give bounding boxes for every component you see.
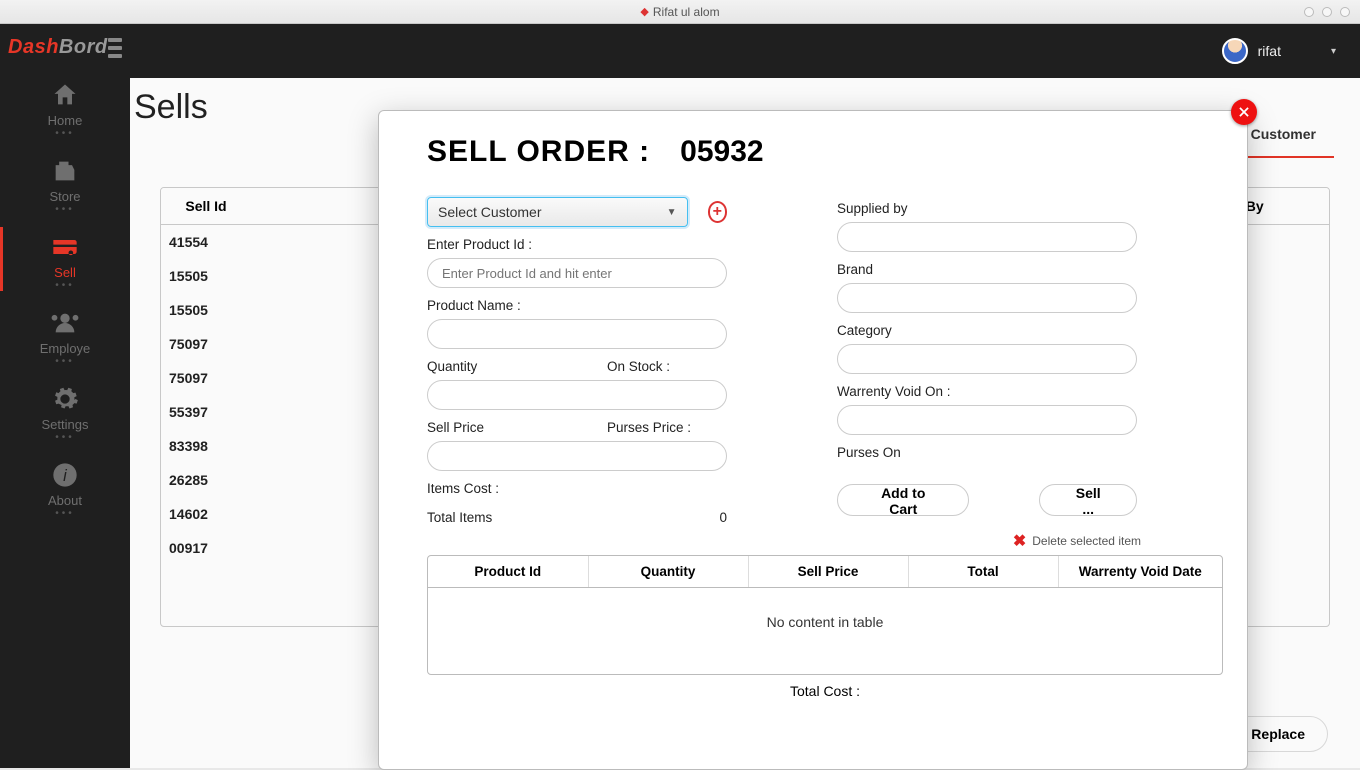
store-icon — [0, 155, 130, 187]
label-warrenty-void-on: Warrenty Void On : — [837, 384, 1137, 399]
warrenty-void-input[interactable] — [837, 405, 1137, 435]
close-icon — [1237, 105, 1251, 119]
label-product-id: Enter Product Id : — [427, 237, 727, 252]
customer-select[interactable]: Select Customer ▼ — [427, 197, 688, 227]
sidebar-item-about[interactable]: i About ••• — [0, 449, 130, 525]
home-icon — [0, 79, 130, 111]
sidebar-item-label: Home — [0, 113, 130, 128]
sidebar-item-home[interactable]: Home ••• — [0, 69, 130, 145]
brand-logo: DashBord — [8, 36, 108, 59]
modal-title: SELL ORDER : — [427, 135, 650, 169]
label-purses-price: Purses Price : — [607, 420, 691, 435]
avatar[interactable] — [1222, 38, 1248, 64]
label-items-cost: Items Cost : — [427, 481, 727, 496]
sell-button[interactable]: Sell ... — [1039, 484, 1137, 516]
brand-input[interactable] — [837, 283, 1137, 313]
hamburger-icon[interactable] — [108, 38, 122, 58]
order-number: 05932 — [680, 135, 763, 169]
sidebar-item-label: Sell — [0, 265, 130, 280]
delete-selected-item[interactable]: ✖ Delete selected item — [427, 531, 1141, 551]
content-area: rifat ▾ Sells Sell Customer Sell Id RMA … — [130, 24, 1360, 768]
app-favicon: ◆ — [640, 5, 648, 18]
label-sell-price: Sell Price — [427, 420, 547, 435]
window-title: Rifat ul alom — [653, 5, 720, 19]
cart-empty-message: No content in table — [428, 588, 1222, 656]
sidebar-item-sell[interactable]: Sell ••• — [0, 221, 130, 297]
sell-price-input[interactable] — [427, 441, 727, 471]
product-name-input[interactable] — [427, 319, 727, 349]
os-titlebar: ◆ Rifat ul alom — [0, 0, 1360, 24]
close-button[interactable] — [1231, 99, 1257, 125]
add-to-cart-button[interactable]: Add to Cart — [837, 484, 969, 516]
minimize-button[interactable] — [1304, 7, 1314, 17]
chevron-down-icon: ▼ — [667, 207, 677, 218]
col-cart-sell-price[interactable]: Sell Price — [748, 556, 908, 588]
delete-icon: ✖ — [1013, 531, 1026, 551]
settings-icon — [0, 383, 130, 415]
col-cart-total[interactable]: Total — [908, 556, 1058, 588]
window-controls[interactable] — [1304, 7, 1350, 17]
sell-icon — [0, 231, 130, 263]
topbar: rifat ▾ — [130, 24, 1360, 78]
chevron-down-icon[interactable]: ▾ — [1331, 46, 1336, 57]
sidebar-item-store[interactable]: Store ••• — [0, 145, 130, 221]
svg-text:i: i — [63, 467, 67, 485]
label-product-name: Product Name : — [427, 298, 727, 313]
sell-order-modal: SELL ORDER : 05932 Select Customer ▼ + — [378, 110, 1248, 770]
label-quantity: Quantity — [427, 359, 547, 374]
label-supplied-by: Supplied by — [837, 201, 1137, 216]
sidebar-item-employe[interactable]: Employe ••• — [0, 297, 130, 373]
label-on-stock: On Stock : — [607, 359, 670, 374]
customer-select-value: Select Customer — [438, 204, 541, 220]
employee-icon — [0, 307, 130, 339]
add-customer-button[interactable]: + — [708, 201, 727, 223]
user-name[interactable]: rifat — [1258, 43, 1281, 59]
label-category: Category — [837, 323, 1137, 338]
col-cart-warrenty-void-date[interactable]: Warrenty Void Date — [1058, 556, 1222, 588]
col-cart-quantity[interactable]: Quantity — [588, 556, 748, 588]
col-cart-product-id[interactable]: Product Id — [428, 556, 588, 588]
label-total-items: Total Items — [427, 510, 492, 525]
about-icon: i — [0, 459, 130, 491]
sidebar-item-label: About — [0, 493, 130, 508]
label-brand: Brand — [837, 262, 1137, 277]
sidebar-item-label: Employe — [0, 341, 130, 356]
product-id-input[interactable] — [427, 258, 727, 288]
cart-table: Product Id Quantity Sell Price Total War… — [427, 555, 1223, 675]
quantity-input[interactable] — [427, 380, 727, 410]
plus-icon: + — [713, 203, 722, 221]
close-window-button[interactable] — [1340, 7, 1350, 17]
total-items-value: 0 — [719, 510, 727, 525]
supplied-by-input[interactable] — [837, 222, 1137, 252]
label-purses-on: Purses On — [837, 445, 1137, 460]
total-cost-label: Total Cost : — [427, 683, 1223, 699]
maximize-button[interactable] — [1322, 7, 1332, 17]
category-input[interactable] — [837, 344, 1137, 374]
sidebar: DashBord Home ••• Store ••• Sell ••• Emp… — [0, 24, 130, 768]
delete-selected-label: Delete selected item — [1032, 534, 1141, 548]
sidebar-item-label: Settings — [0, 417, 130, 432]
sidebar-item-label: Store — [0, 189, 130, 204]
sidebar-item-settings[interactable]: Settings ••• — [0, 373, 130, 449]
